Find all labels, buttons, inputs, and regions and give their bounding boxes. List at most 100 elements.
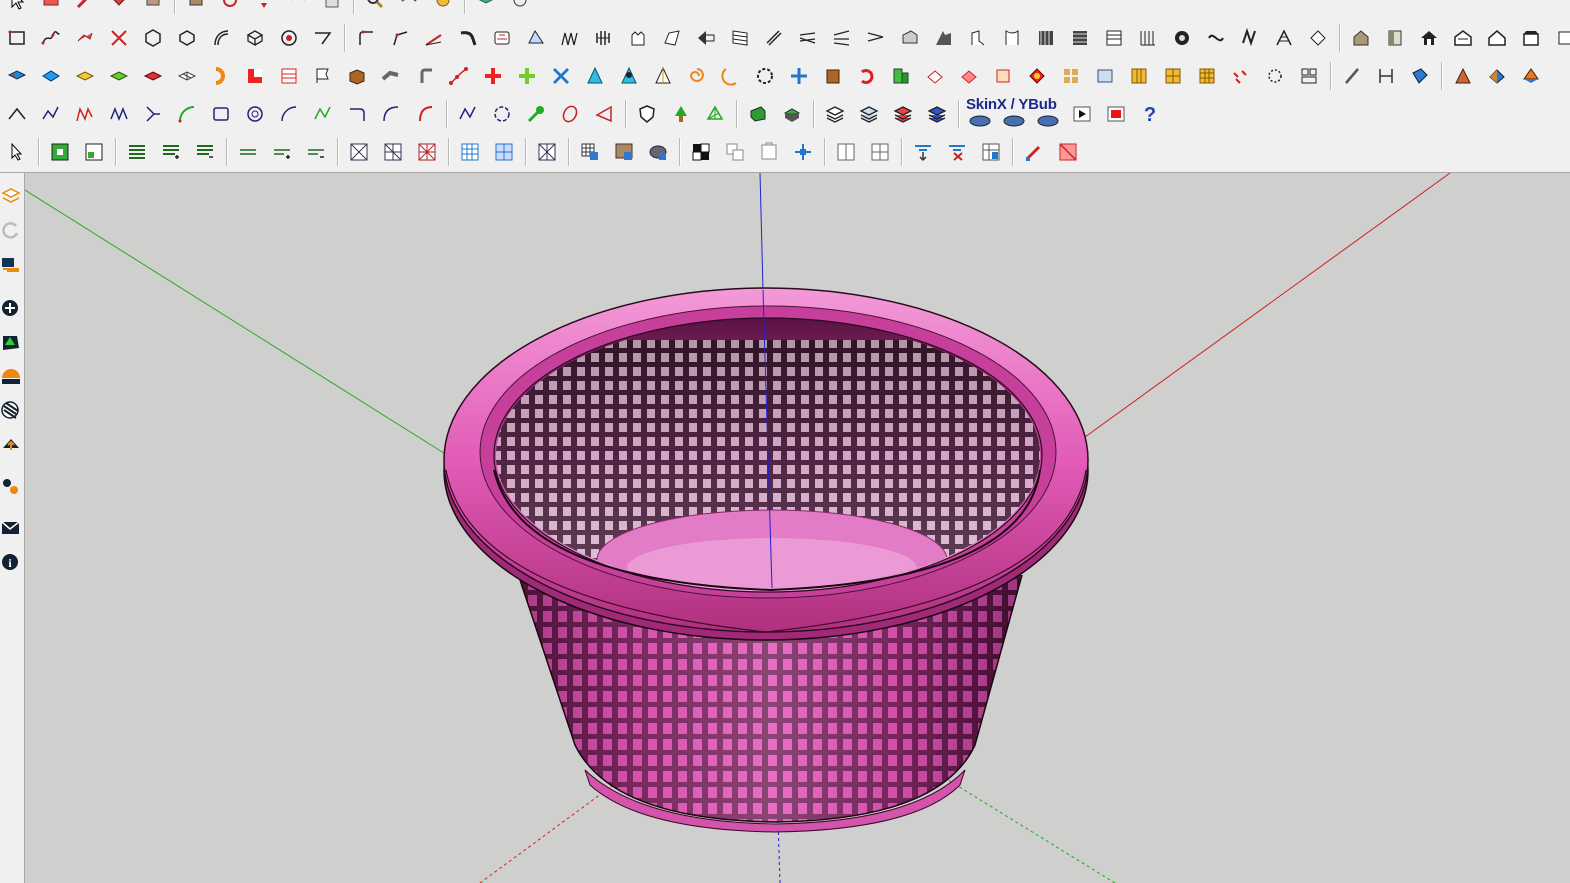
- cell-x-icon[interactable]: [344, 137, 374, 167]
- nurbs-icon[interactable]: [70, 99, 100, 129]
- split-cell-icon[interactable]: [489, 137, 519, 167]
- zoom-icon[interactable]: [360, 0, 390, 15]
- component-red-icon[interactable]: [920, 61, 950, 91]
- follow-me-icon[interactable]: [240, 23, 270, 53]
- zigzag-icon[interactable]: [308, 99, 338, 129]
- pencil-red-icon[interactable]: [1019, 137, 1049, 167]
- checker-icon[interactable]: [686, 137, 716, 167]
- save-icon[interactable]: [505, 0, 535, 15]
- checker-icon[interactable]: [0, 397, 22, 423]
- arc2-icon[interactable]: [274, 99, 304, 129]
- plus-circle-icon[interactable]: [0, 295, 22, 321]
- shape-blue-icon[interactable]: [1482, 61, 1512, 91]
- align-left-icon[interactable]: [122, 137, 152, 167]
- sector-icon[interactable]: [589, 99, 619, 129]
- intersect-icon[interactable]: [274, 23, 304, 53]
- flip-icon[interactable]: [138, 61, 168, 91]
- circle-icon[interactable]: [172, 23, 202, 53]
- grid-icon[interactable]: [555, 23, 585, 53]
- box-icon[interactable]: [2, 61, 32, 91]
- flag-icon[interactable]: [308, 61, 338, 91]
- ruler-icon[interactable]: [1371, 61, 1401, 91]
- explode-lines-icon[interactable]: [274, 61, 304, 91]
- paint-bucket-icon[interactable]: [104, 0, 134, 15]
- pipe-gray-icon[interactable]: [376, 61, 406, 91]
- copy-icon[interactable]: [720, 137, 750, 167]
- refresh-icon[interactable]: [0, 217, 22, 243]
- grid-orange-icon[interactable]: [1124, 61, 1154, 91]
- curve-icon[interactable]: [453, 23, 483, 53]
- tape-measure-icon[interactable]: [138, 0, 168, 15]
- split-red-icon[interactable]: [240, 61, 270, 91]
- garage-icon[interactable]: [1448, 23, 1478, 53]
- tree-icon[interactable]: [0, 329, 22, 355]
- scatter-icon[interactable]: [1226, 61, 1256, 91]
- home-icon[interactable]: [1414, 23, 1444, 53]
- cell-grid-icon[interactable]: [378, 137, 408, 167]
- cone-icon[interactable]: [580, 61, 610, 91]
- undo-red-icon[interactable]: [852, 61, 882, 91]
- move-cross-icon[interactable]: [784, 61, 814, 91]
- window-2-icon[interactable]: [1550, 23, 1570, 53]
- info-icon[interactable]: i: [0, 549, 22, 575]
- polyline-icon[interactable]: [104, 99, 134, 129]
- extend-icon[interactable]: [351, 23, 381, 53]
- cross-blue-icon[interactable]: [546, 61, 576, 91]
- table-icon[interactable]: [455, 137, 485, 167]
- weld-icon[interactable]: [1269, 23, 1299, 53]
- eraser-pink-icon[interactable]: [1053, 137, 1083, 167]
- push-blue-icon[interactable]: [1405, 61, 1435, 91]
- move-arrows-icon[interactable]: [788, 137, 818, 167]
- rectangle-icon[interactable]: [2, 23, 32, 53]
- rotate-icon[interactable]: [215, 0, 245, 15]
- knife-icon[interactable]: [1337, 61, 1367, 91]
- spiral-2-icon[interactable]: [716, 61, 746, 91]
- tree-icon[interactable]: [666, 99, 696, 129]
- texture-blue-icon[interactable]: [575, 137, 605, 167]
- spline2-icon[interactable]: [453, 99, 483, 129]
- component-box-icon[interactable]: [988, 61, 1018, 91]
- mail-icon[interactable]: [0, 515, 22, 541]
- component-gem-icon[interactable]: [1022, 61, 1052, 91]
- molecule-icon[interactable]: [700, 99, 730, 129]
- layer-stack-icon[interactable]: [820, 99, 850, 129]
- hook-icon[interactable]: [342, 99, 372, 129]
- frame-blue-icon[interactable]: [1090, 61, 1120, 91]
- offset-icon[interactable]: [283, 0, 313, 15]
- cloud-icon[interactable]: [0, 431, 22, 457]
- scale-down-icon[interactable]: [79, 137, 109, 167]
- layers-icon[interactable]: [0, 183, 22, 209]
- merge-icon[interactable]: [532, 137, 562, 167]
- bezier-icon[interactable]: [521, 23, 551, 53]
- weld-orange-icon[interactable]: [206, 61, 236, 91]
- grid-orange-3-icon[interactable]: [1192, 61, 1222, 91]
- shield-icon[interactable]: [632, 99, 662, 129]
- grid-orange-2-icon[interactable]: [1158, 61, 1188, 91]
- circle2-icon[interactable]: [240, 99, 270, 129]
- rectangle2-icon[interactable]: [206, 99, 236, 129]
- cross-red-icon[interactable]: [478, 61, 508, 91]
- layout-icon[interactable]: [1294, 61, 1324, 91]
- dotted-circle-icon[interactable]: [1260, 61, 1290, 91]
- spline-icon[interactable]: [36, 99, 66, 129]
- cross-green-icon[interactable]: [512, 61, 542, 91]
- bucket-icon[interactable]: [818, 61, 848, 91]
- chamfer-icon[interactable]: [419, 23, 449, 53]
- divide-h-icon[interactable]: [233, 137, 263, 167]
- mirror-icon[interactable]: [861, 23, 891, 53]
- sandbox-icon[interactable]: [895, 23, 925, 53]
- curve-points-icon[interactable]: [444, 61, 474, 91]
- array-icon[interactable]: [827, 23, 857, 53]
- arrow-down-icon[interactable]: [908, 137, 938, 167]
- protractor-icon[interactable]: [104, 23, 134, 53]
- layer-stack-red-icon[interactable]: [888, 99, 918, 129]
- spiral-icon[interactable]: [682, 61, 712, 91]
- component-icon[interactable]: [777, 99, 807, 129]
- roof-icon[interactable]: [623, 23, 653, 53]
- pencil-icon[interactable]: [70, 0, 100, 15]
- scale-up-icon[interactable]: [45, 137, 75, 167]
- select-icon[interactable]: [2, 0, 32, 15]
- plane-icon[interactable]: [759, 23, 789, 53]
- camera-icon[interactable]: [0, 251, 22, 277]
- grid-minus-icon[interactable]: [865, 137, 895, 167]
